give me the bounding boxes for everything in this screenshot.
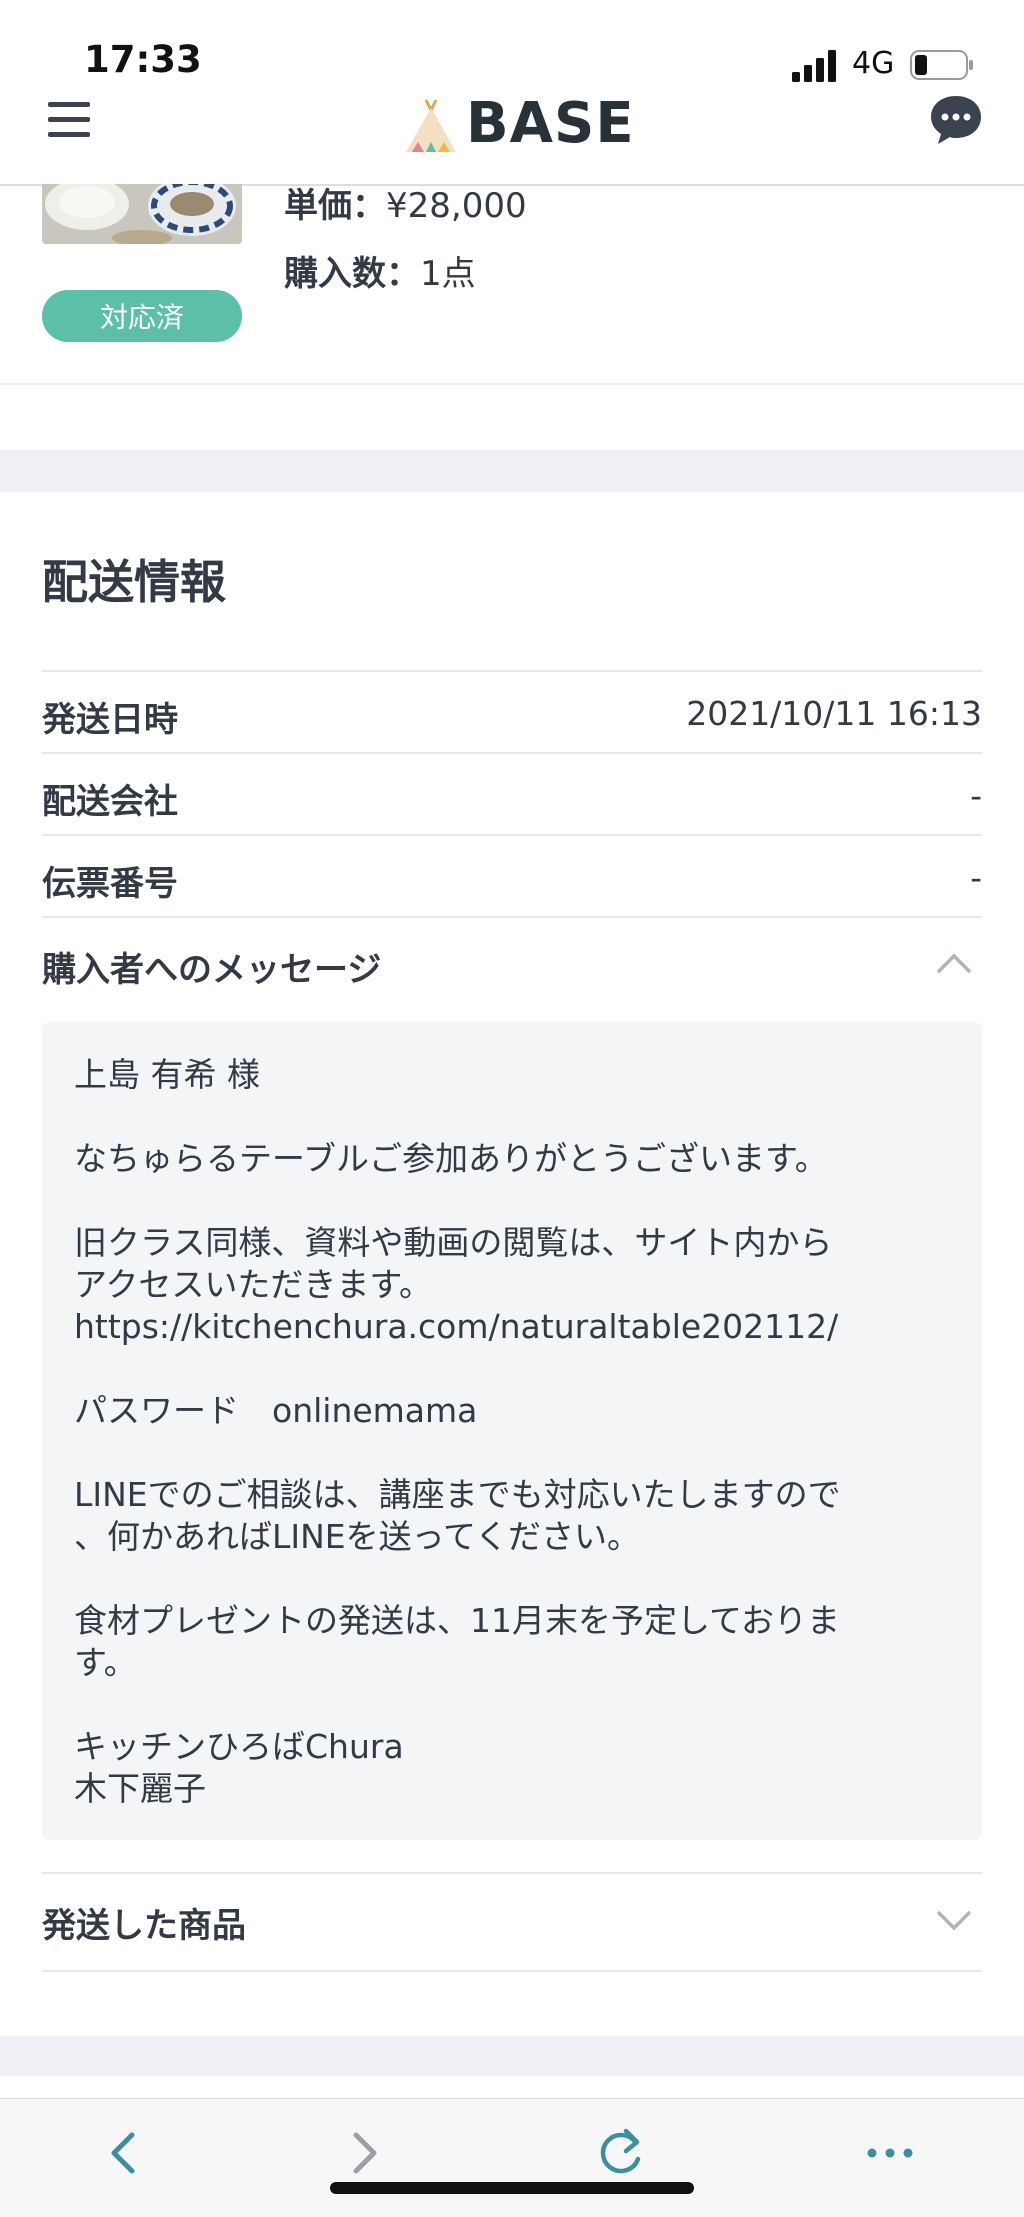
unit-price-value: ¥28,000 (386, 186, 527, 226)
signal-icon (792, 50, 836, 82)
status-time: 17:33 (84, 38, 202, 81)
status-bar: 17:33 4G (0, 0, 1024, 90)
row-value: 2021/10/11 16:13 (686, 694, 982, 733)
row-value: - (970, 776, 982, 815)
message-line: 上島 有希 様 (74, 1055, 260, 1094)
battery-icon (910, 50, 973, 80)
message-line: す。 (74, 1643, 137, 1682)
row-label: 配送会社 (42, 782, 178, 822)
message-line: 旧クラス同様、資料や動画の閲覧は、サイト内から (74, 1223, 833, 1262)
app-header: BASE (0, 90, 1024, 186)
status-badge: 対応済 (42, 290, 242, 342)
section-separator (0, 450, 1024, 492)
hamburger-menu-icon[interactable] (46, 96, 94, 144)
network-type: 4G (852, 46, 895, 81)
divider (0, 383, 1024, 385)
product-photo (42, 184, 242, 244)
unit-price-label: 単価： (284, 186, 386, 226)
row-tracking-number: 伝票番号 - (42, 834, 982, 916)
message-link[interactable]: https://kitchenchura.com/naturaltable202… (74, 1306, 838, 1348)
message-line: パスワード onlinemama (74, 1391, 478, 1430)
purchase-quantity-value: 1点 (420, 254, 476, 294)
message-header-label: 購入者へのメッセージ (42, 950, 382, 990)
section-separator (0, 2036, 1024, 2076)
browser-toolbar (0, 2098, 1024, 2217)
chat-bubble-icon[interactable] (928, 92, 984, 148)
buyer-message: 上島 有希 様 なちゅらるテーブルご参加ありがとうございます。 旧クラス同様、資… (42, 1022, 982, 1840)
message-line: 食材プレゼントの発送は、11月末を予定しておりま (74, 1601, 841, 1640)
message-accordion-header[interactable]: 購入者へのメッセージ (42, 916, 982, 1018)
message-line: なちゅらるテーブルご参加ありがとうございます。 (74, 1139, 828, 1178)
shipped-items-accordion-header[interactable]: 発送した商品 (42, 1872, 982, 1972)
row-label: 発送日時 (42, 700, 178, 740)
reload-icon[interactable] (592, 2123, 652, 2183)
tent-logo-icon (406, 99, 456, 152)
forward-arrow-icon[interactable] (334, 2123, 394, 2183)
row-label: 伝票番号 (42, 864, 178, 904)
unit-price: 単価：¥28,000 (284, 178, 527, 227)
purchase-quantity-label: 購入数： (284, 254, 420, 294)
message-line: 、何かあればLINEを送ってください。 (74, 1517, 641, 1556)
home-indicator (330, 2182, 694, 2194)
product-image[interactable] (42, 184, 242, 244)
row-value: - (970, 858, 982, 897)
shipped-items-label: 発送した商品 (42, 1906, 246, 1946)
message-line: 木下麗子 (74, 1769, 206, 1808)
base-logo[interactable]: BASE (402, 90, 635, 156)
message-line: LINEでのご相談は、講座までも対応いたしますので (74, 1475, 841, 1514)
section-title-shipping: 配送情報 (42, 555, 226, 609)
row-carrier: 配送会社 - (42, 752, 982, 834)
message-line: キッチンひろばChura (74, 1727, 404, 1766)
back-arrow-icon[interactable] (94, 2123, 154, 2183)
message-line: アクセスいただきます。 (74, 1265, 433, 1304)
more-dots-icon[interactable] (860, 2123, 920, 2183)
chevron-down-icon[interactable] (934, 1900, 974, 1940)
purchase-quantity: 購入数：1点 (284, 246, 476, 295)
logo-text: BASE (466, 90, 635, 156)
row-ship-date: 発送日時 2021/10/11 16:13 (42, 670, 982, 752)
chevron-up-icon[interactable] (934, 944, 974, 984)
